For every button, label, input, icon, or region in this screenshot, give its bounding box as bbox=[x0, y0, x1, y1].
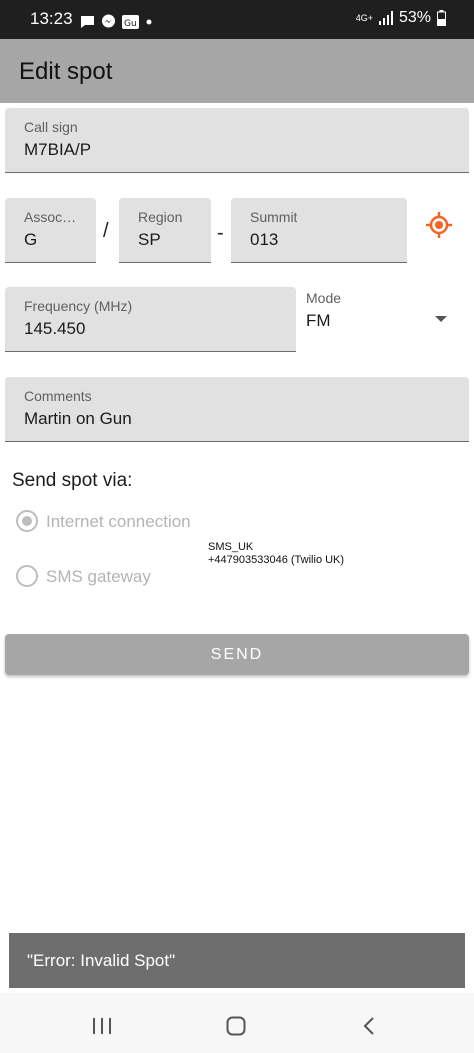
status-bar: 13:23 Gu 4G+ 53% bbox=[0, 0, 474, 39]
radio-selected-dot bbox=[22, 516, 32, 526]
signal-icon bbox=[378, 11, 393, 25]
internet-radio-label[interactable]: Internet connection bbox=[46, 512, 191, 532]
battery-percent: 53% bbox=[398, 9, 431, 26]
dropdown-arrow-icon[interactable] bbox=[435, 316, 447, 322]
messenger-icon bbox=[102, 14, 115, 28]
home-icon[interactable] bbox=[226, 1016, 246, 1036]
recent-apps-icon[interactable] bbox=[92, 1017, 112, 1035]
summit-label: Summit bbox=[250, 209, 298, 225]
status-time: 13:23 bbox=[30, 9, 73, 28]
sms-gateway-info: SMS_UK +447903533046 (Twilio UK) bbox=[208, 541, 344, 567]
region-value: SP bbox=[138, 230, 161, 249]
frequency-field[interactable]: Frequency (MHz) 145.450 bbox=[5, 287, 296, 352]
snackbar-message: "Error: Invalid Spot" bbox=[27, 951, 176, 970]
region-label: Region bbox=[138, 209, 183, 225]
mode-value[interactable]: FM bbox=[306, 311, 331, 331]
notification-icons: Gu bbox=[80, 14, 153, 29]
svg-text:Gu: Gu bbox=[124, 19, 137, 29]
association-field[interactable]: Assoc… G bbox=[5, 198, 96, 263]
app-bar: Edit spot bbox=[0, 39, 474, 103]
callsign-label: Call sign bbox=[24, 119, 78, 135]
region-field[interactable]: Region SP bbox=[119, 198, 211, 263]
association-value: G bbox=[24, 230, 38, 249]
summit-field[interactable]: Summit 013 bbox=[231, 198, 407, 263]
back-icon[interactable] bbox=[362, 1016, 376, 1036]
send-via-heading: Send spot via: bbox=[12, 470, 133, 491]
sms-gateway-number: +447903533046 (Twilio UK) bbox=[208, 554, 345, 566]
mode-label: Mode bbox=[306, 290, 342, 306]
comments-label: Comments bbox=[24, 388, 92, 404]
dot-icon bbox=[146, 19, 152, 24]
sms-radio[interactable] bbox=[16, 565, 38, 587]
error-snackbar: "Error: Invalid Spot" bbox=[9, 933, 465, 988]
association-label: Assoc… bbox=[24, 209, 77, 225]
network-type: 4G+ bbox=[355, 13, 373, 23]
sms-radio-label[interactable]: SMS gateway bbox=[46, 567, 151, 587]
region-summit-separator: - bbox=[217, 222, 224, 244]
internet-radio[interactable] bbox=[16, 510, 38, 532]
sms-gateway-name: SMS_UK bbox=[208, 541, 254, 553]
send-button[interactable]: SEND bbox=[5, 634, 469, 675]
locate-summit-icon[interactable] bbox=[425, 211, 453, 239]
navigation-bar bbox=[0, 993, 474, 1053]
callsign-value: M7BIA/P bbox=[24, 140, 92, 159]
frequency-label: Frequency (MHz) bbox=[24, 298, 133, 314]
chat-icon bbox=[81, 15, 94, 28]
comments-value: Martin on Gun bbox=[24, 409, 132, 428]
page-title: Edit spot bbox=[19, 58, 113, 85]
news-icon: Gu bbox=[122, 14, 139, 29]
system-icons: 4G+ 53% bbox=[356, 9, 446, 27]
frequency-value: 145.450 bbox=[24, 319, 86, 338]
summit-value: 013 bbox=[250, 230, 279, 249]
comments-field[interactable]: Comments Martin on Gun bbox=[5, 377, 469, 442]
callsign-field[interactable]: Call sign M7BIA/P bbox=[5, 108, 469, 173]
battery-icon bbox=[437, 10, 446, 26]
association-region-separator: / bbox=[103, 220, 109, 242]
